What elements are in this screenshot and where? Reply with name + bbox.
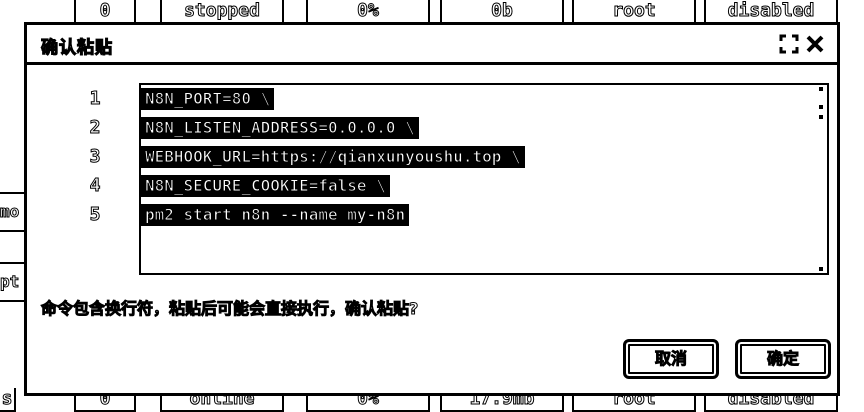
bg-cell: 0% [306, 0, 430, 24]
code-line: pm2 start n8n --name my-n8n [141, 204, 410, 226]
cancel-button[interactable]: 取消 [623, 339, 719, 379]
bg-cell: stopped [160, 0, 284, 24]
bg-cell: 0 [74, 0, 136, 24]
bg-cell: s [0, 388, 16, 412]
confirm-message: 命令包含换行符，粘贴后可能会直接执行，确认粘贴? [40, 299, 419, 319]
bg-cell: root [572, 0, 696, 24]
scrollbar-marker [819, 115, 823, 119]
line-number: 1 [89, 88, 101, 110]
dialog-title: 确认粘贴 [40, 37, 113, 58]
scrollbar-marker [819, 105, 823, 109]
confirm-button[interactable]: 确定 [735, 339, 831, 379]
scrollbar-marker [819, 87, 823, 91]
dialog-titlebar[interactable]: 确认粘贴 [27, 25, 837, 65]
bg-cell: disabled [704, 0, 838, 24]
bg-side-label: mo [0, 192, 26, 232]
restore-icon[interactable] [779, 34, 799, 54]
line-number: 5 [89, 204, 101, 226]
code-line: N8N_SECURE_COOKIE=false \ [141, 175, 390, 197]
bg-cell: 0b [440, 0, 564, 24]
bg-table-row-top: 0 stopped 0% 0b root disabled [0, 0, 864, 24]
code-line: WEBHOOK_URL=https://qianxunyoushu.top \ [141, 146, 525, 168]
close-icon[interactable] [805, 34, 825, 54]
paste-confirm-dialog: 确认粘贴 1 2 3 4 5 N8N_PORT=80 \ N8N_LISTEN_… [24, 22, 840, 396]
code-line: N8N_PORT=80 \ [141, 88, 275, 110]
line-number: 3 [89, 146, 101, 168]
line-number: 2 [89, 117, 101, 139]
code-line: N8N_LISTEN_ADDRESS=0.0.0.0 \ [141, 117, 419, 139]
scrollbar-marker [819, 267, 823, 271]
line-number: 4 [89, 175, 101, 197]
bg-side-label: pt [0, 262, 26, 302]
